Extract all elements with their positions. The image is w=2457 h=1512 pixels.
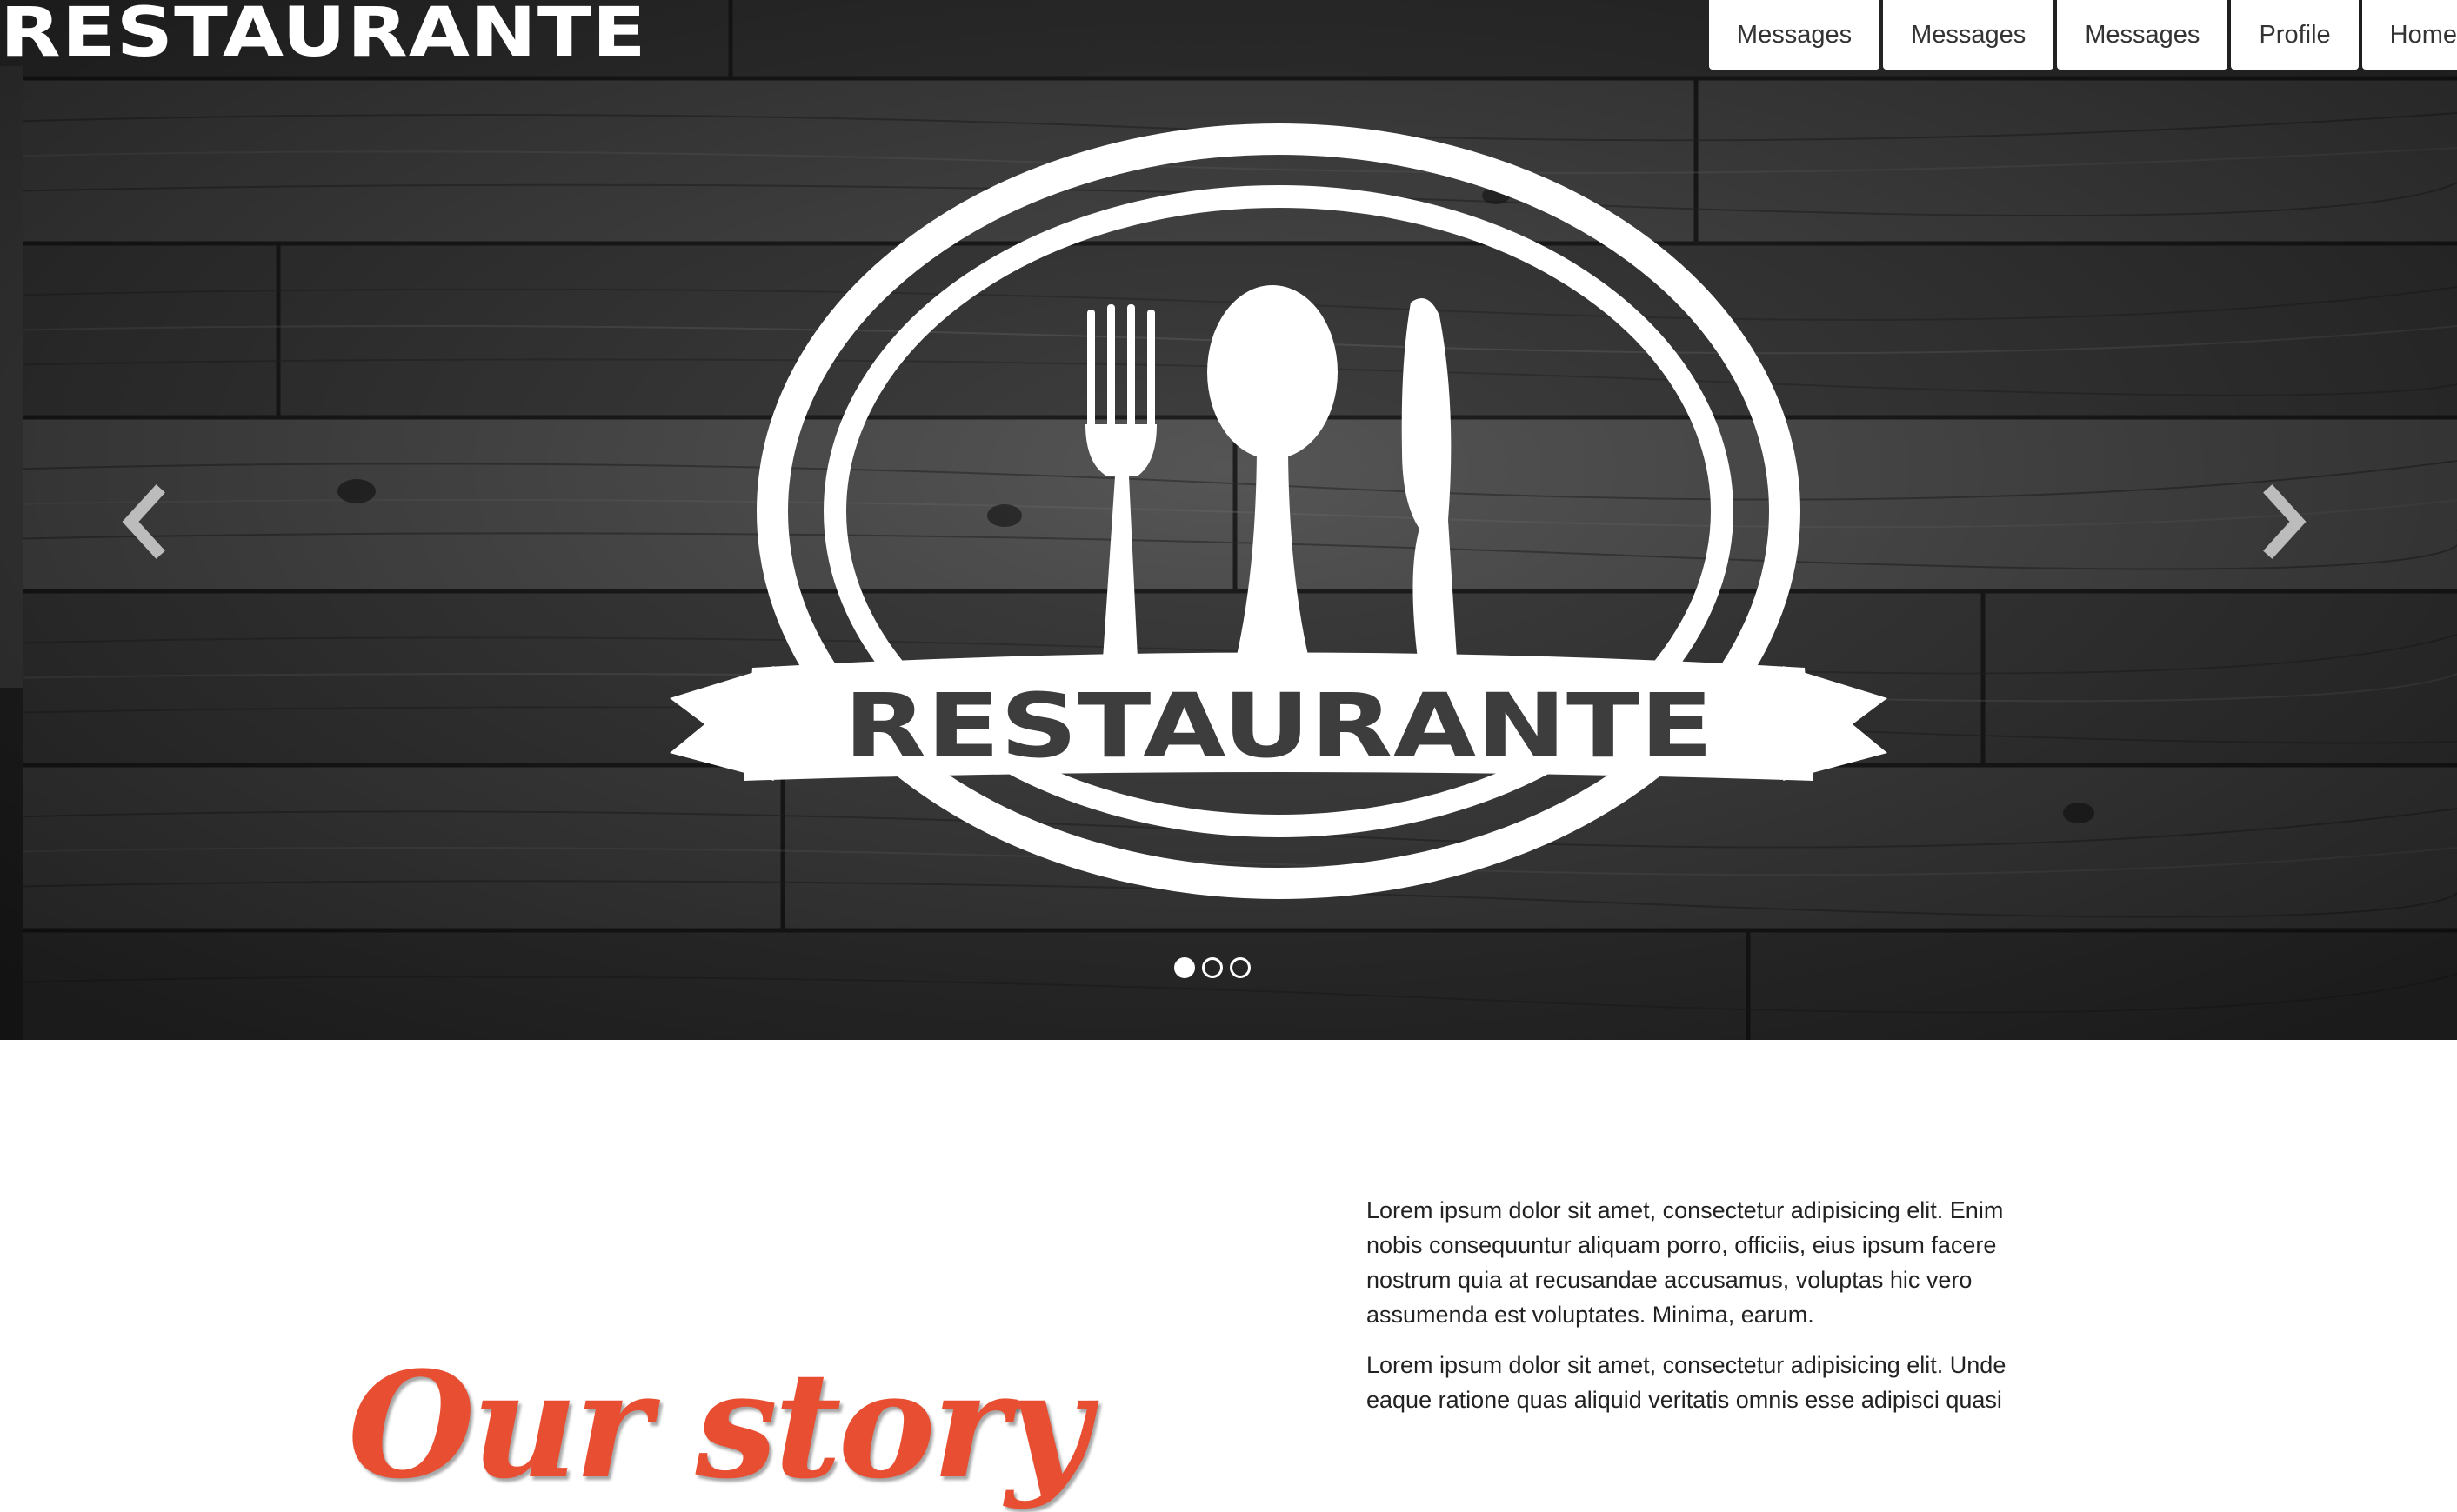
carousel-indicator-2[interactable] [1202,957,1223,978]
chevron-right-icon[interactable] [2253,483,2313,561]
nav-messages-2[interactable]: Messages [1883,0,2054,70]
main-nav: Messages Messages Messages Profile Home [1706,0,2457,70]
carousel-indicator-3[interactable] [1230,957,1251,978]
logo-banner-text: RESTAURANTE [844,675,1713,778]
knife-icon [1401,298,1457,659]
nav-messages-1[interactable]: Messages [1708,0,1880,70]
nav-profile[interactable]: Profile [2231,0,2359,70]
carousel-indicator-1[interactable] [1174,957,1195,978]
story-paragraph-2: Lorem ipsum dolor sit amet, consectetur … [1366,1352,2006,1413]
brand-logo[interactable]: RESTAURANTE [0,0,647,67]
nav-messages-3[interactable]: Messages [2057,0,2228,70]
story-paragraph-1: Lorem ipsum dolor sit amet, consectetur … [1366,1197,2004,1328]
story-text: Lorem ipsum dolor sit amet, consectetur … [1366,1193,2053,1433]
hero-carousel: RESTAURANTE RESTAURANTE Messages Message… [0,0,2457,1040]
fork-icon [1085,304,1157,659]
chevron-left-icon[interactable] [115,483,176,561]
spoon-icon [1207,285,1338,659]
story-title: Our story [348,1339,1091,1512]
carousel-indicators [1174,957,1258,978]
nav-home[interactable]: Home [2361,0,2457,70]
restaurant-logo-emblem: RESTAURANTE [670,123,1887,899]
